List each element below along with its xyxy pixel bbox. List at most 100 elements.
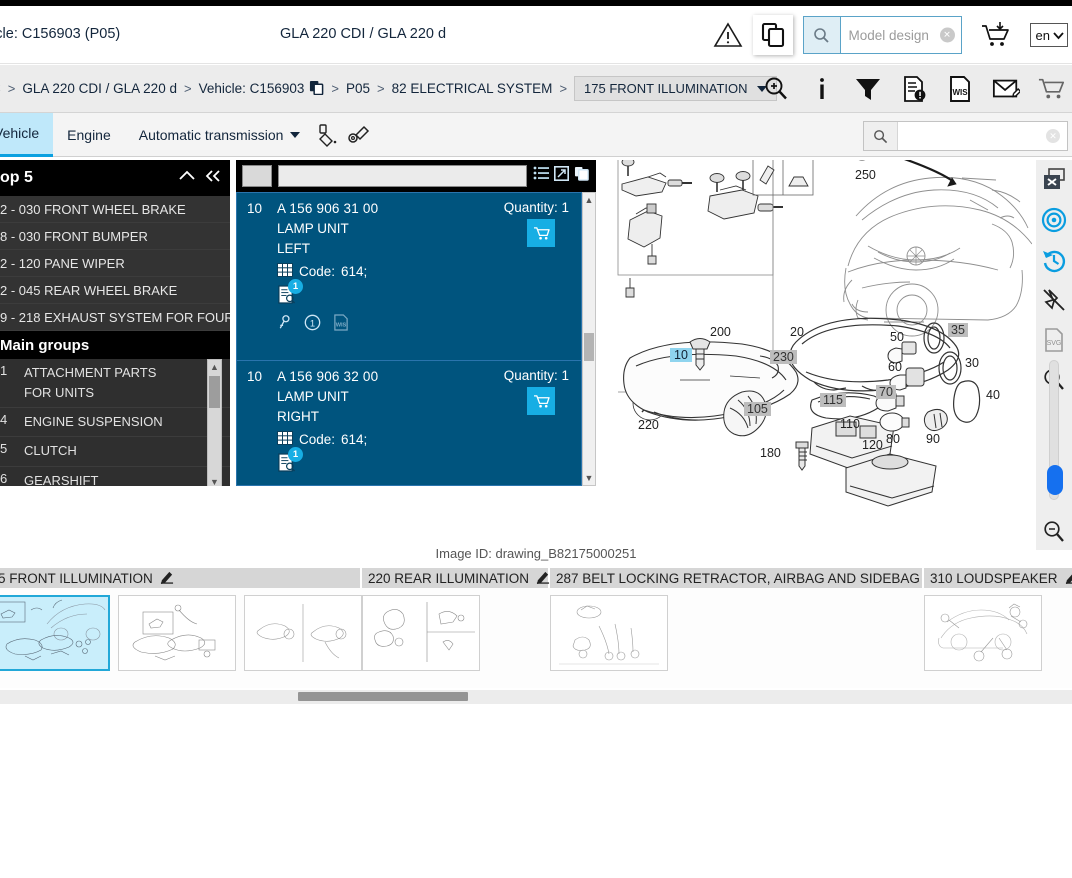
copy-icon[interactable] [752,15,793,55]
part-row[interactable]: 10 A 156 906 32 00 Quantity: 1 LAMP UNIT… [237,361,581,485]
sidebar-top5-item[interactable]: 2 - 045 REAR WHEEL BRAKE [0,277,230,304]
part-code-row[interactable]: Code: 614; [277,431,581,448]
diagram-callout[interactable]: 60 [888,360,902,374]
sidebar-scrollbar[interactable]: ▲ ▼ [207,359,222,486]
diagram-callout[interactable]: 180 [760,446,781,460]
scrollbar-thumb[interactable] [209,376,220,408]
document-alert-icon[interactable] [900,74,928,104]
scroll-up-arrow-icon[interactable]: ▲ [583,193,595,207]
thumbnail-scrollbar-thumb[interactable] [298,692,468,701]
thumbnail-item[interactable] [244,595,362,671]
paint-color-icon[interactable] [314,120,344,150]
add-to-cart-icon[interactable] [976,15,1016,55]
copy-icon[interactable] [309,80,324,98]
thumbnail-item[interactable] [924,595,1042,671]
diagram-callout[interactable]: 120 [862,438,883,452]
tab-search-box[interactable]: ✕ [863,121,1068,151]
info-icon[interactable] [808,74,836,104]
diagram-callout[interactable]: 250 [855,168,876,182]
search-icon[interactable] [864,122,898,150]
thumbnail-group-title[interactable]: 287 BELT LOCKING RETRACTOR, AIRBAG AND S… [550,568,940,588]
edit-icon[interactable] [1065,570,1072,587]
wis-document-icon[interactable]: WIS [946,74,974,104]
thumbnail-group-title[interactable]: 310 LOUDSPEAKER [924,568,1072,588]
sidebar-main-group-item[interactable]: 6 GEARSHIFT MECHANISM [0,466,230,486]
part-add-to-cart-button[interactable] [527,219,555,247]
clear-circle-icon[interactable]: ✕ [939,27,955,43]
diagram-callout[interactable]: 230 [770,350,797,364]
thumbnail-group-title[interactable]: 220 REAR ILLUMINATION [362,568,550,588]
diagram-callout[interactable]: 220 [638,418,659,432]
mail-edit-icon[interactable] [992,74,1020,104]
chevron-up-icon[interactable] [178,169,196,188]
circle-one-icon[interactable]: 1 [304,314,321,336]
parts-filter-input[interactable] [278,165,527,187]
parts-header-box[interactable] [242,165,272,187]
tab-automatic-transmission[interactable]: Automatic transmission [125,113,315,157]
copy-icon[interactable] [574,166,590,186]
search-input[interactable]: Model design ✕ [841,17,961,53]
breadcrumb-item-pc[interactable]: PC [0,81,1,96]
thumbnail-item[interactable] [362,595,480,671]
svg-export-icon[interactable]: SVG [1036,320,1072,360]
diagram-callout[interactable]: 110 [840,417,860,431]
part-document-button[interactable]: 1 [277,447,303,473]
diagram-callout[interactable]: 20 [790,325,804,339]
thumbnail-item[interactable] [118,595,236,671]
sidebar-top5-item[interactable]: 9 - 218 EXHAUST SYSTEM FOR FOUR... [0,304,230,331]
target-focus-icon[interactable] [1036,200,1072,240]
warning-triangle-icon[interactable] [709,16,747,54]
diagram-callout[interactable]: 80 [886,432,900,446]
clear-circle-icon[interactable]: ✕ [1046,129,1060,143]
breadcrumb-active-dropdown[interactable]: 175 FRONT ILLUMINATION [574,76,777,101]
parts-diagram[interactable]: 220 230 250 200 10 20 50 35 30 60 70 40 … [600,160,1032,540]
diagram-callout[interactable]: 105 [744,402,771,416]
part-row[interactable]: 10 A 156 906 31 00 Quantity: 1 LAMP UNIT… [237,193,581,361]
part-document-button[interactable]: 1 [277,279,303,305]
sidebar-main-group-item[interactable]: 5 CLUTCH [0,437,230,467]
expand-icon[interactable] [554,166,569,186]
history-undo-icon[interactable] [1036,240,1072,280]
scrollbar-thumb[interactable] [584,333,594,361]
edit-icon[interactable] [536,570,550,587]
zoom-slider-handle[interactable] [1047,465,1063,495]
diagram-callout[interactable]: 35 [948,323,968,337]
diagram-callout-selected[interactable]: 10 [670,348,692,362]
scroll-up-arrow-icon[interactable]: ▲ [208,360,221,373]
sidebar-main-group-item[interactable]: 1 ATTACHMENT PARTS FOR UNITS [0,359,230,409]
cart-icon[interactable] [1038,74,1066,104]
unpin-icon[interactable] [1036,280,1072,320]
double-chevron-left-icon[interactable] [204,169,222,188]
model-design-search[interactable]: Model design ✕ [802,16,962,54]
thumbnail-item[interactable] [0,595,110,671]
breadcrumb-item-electrical-system[interactable]: 82 ELECTRICAL SYSTEM [392,81,553,96]
sidebar-top5-item[interactable]: 2 - 030 FRONT WHEEL BRAKE [0,196,230,223]
search-icon[interactable] [803,17,841,53]
sidebar-top5-item[interactable]: 8 - 030 FRONT BUMPER [0,223,230,250]
diagram-callout[interactable]: 200 [710,325,731,339]
bolt-wrench-icon[interactable] [344,120,374,150]
zoom-out-icon[interactable] [1036,512,1072,552]
sidebar-main-group-item[interactable]: 4 ENGINE SUSPENSION [0,408,230,438]
edit-icon[interactable] [160,570,174,587]
diagram-callout[interactable]: 50 [890,330,904,344]
key-icon[interactable] [277,314,292,336]
thumbnail-item[interactable] [550,595,668,671]
diagram-callout[interactable]: 30 [965,356,979,370]
diagram-callout[interactable]: 40 [986,388,1000,402]
list-view-icon[interactable] [533,166,549,186]
part-add-to-cart-button[interactable] [527,387,555,415]
thumbnail-group-title[interactable]: 5 FRONT ILLUMINATION [0,568,362,588]
breadcrumb-item-vehicle[interactable]: Vehicle: C156903 [199,80,325,98]
part-code-row[interactable]: Code: 614; [277,263,581,280]
diagram-callout[interactable]: 115 [820,393,846,407]
sidebar-top5-item[interactable]: 2 - 120 PANE WIPER [0,250,230,277]
diagram-callout[interactable]: 90 [926,432,940,446]
zoom-slider[interactable] [1047,360,1063,500]
breadcrumb-item-model[interactable]: GLA 220 CDI / GLA 220 d [22,81,177,96]
tab-vehicle[interactable]: Vehicle [0,112,54,157]
diagram-callout[interactable]: 70 [876,385,896,399]
filter-icon[interactable] [854,74,882,104]
wis-icon[interactable]: WIS [333,314,349,336]
zoom-search-icon[interactable] [762,74,790,104]
